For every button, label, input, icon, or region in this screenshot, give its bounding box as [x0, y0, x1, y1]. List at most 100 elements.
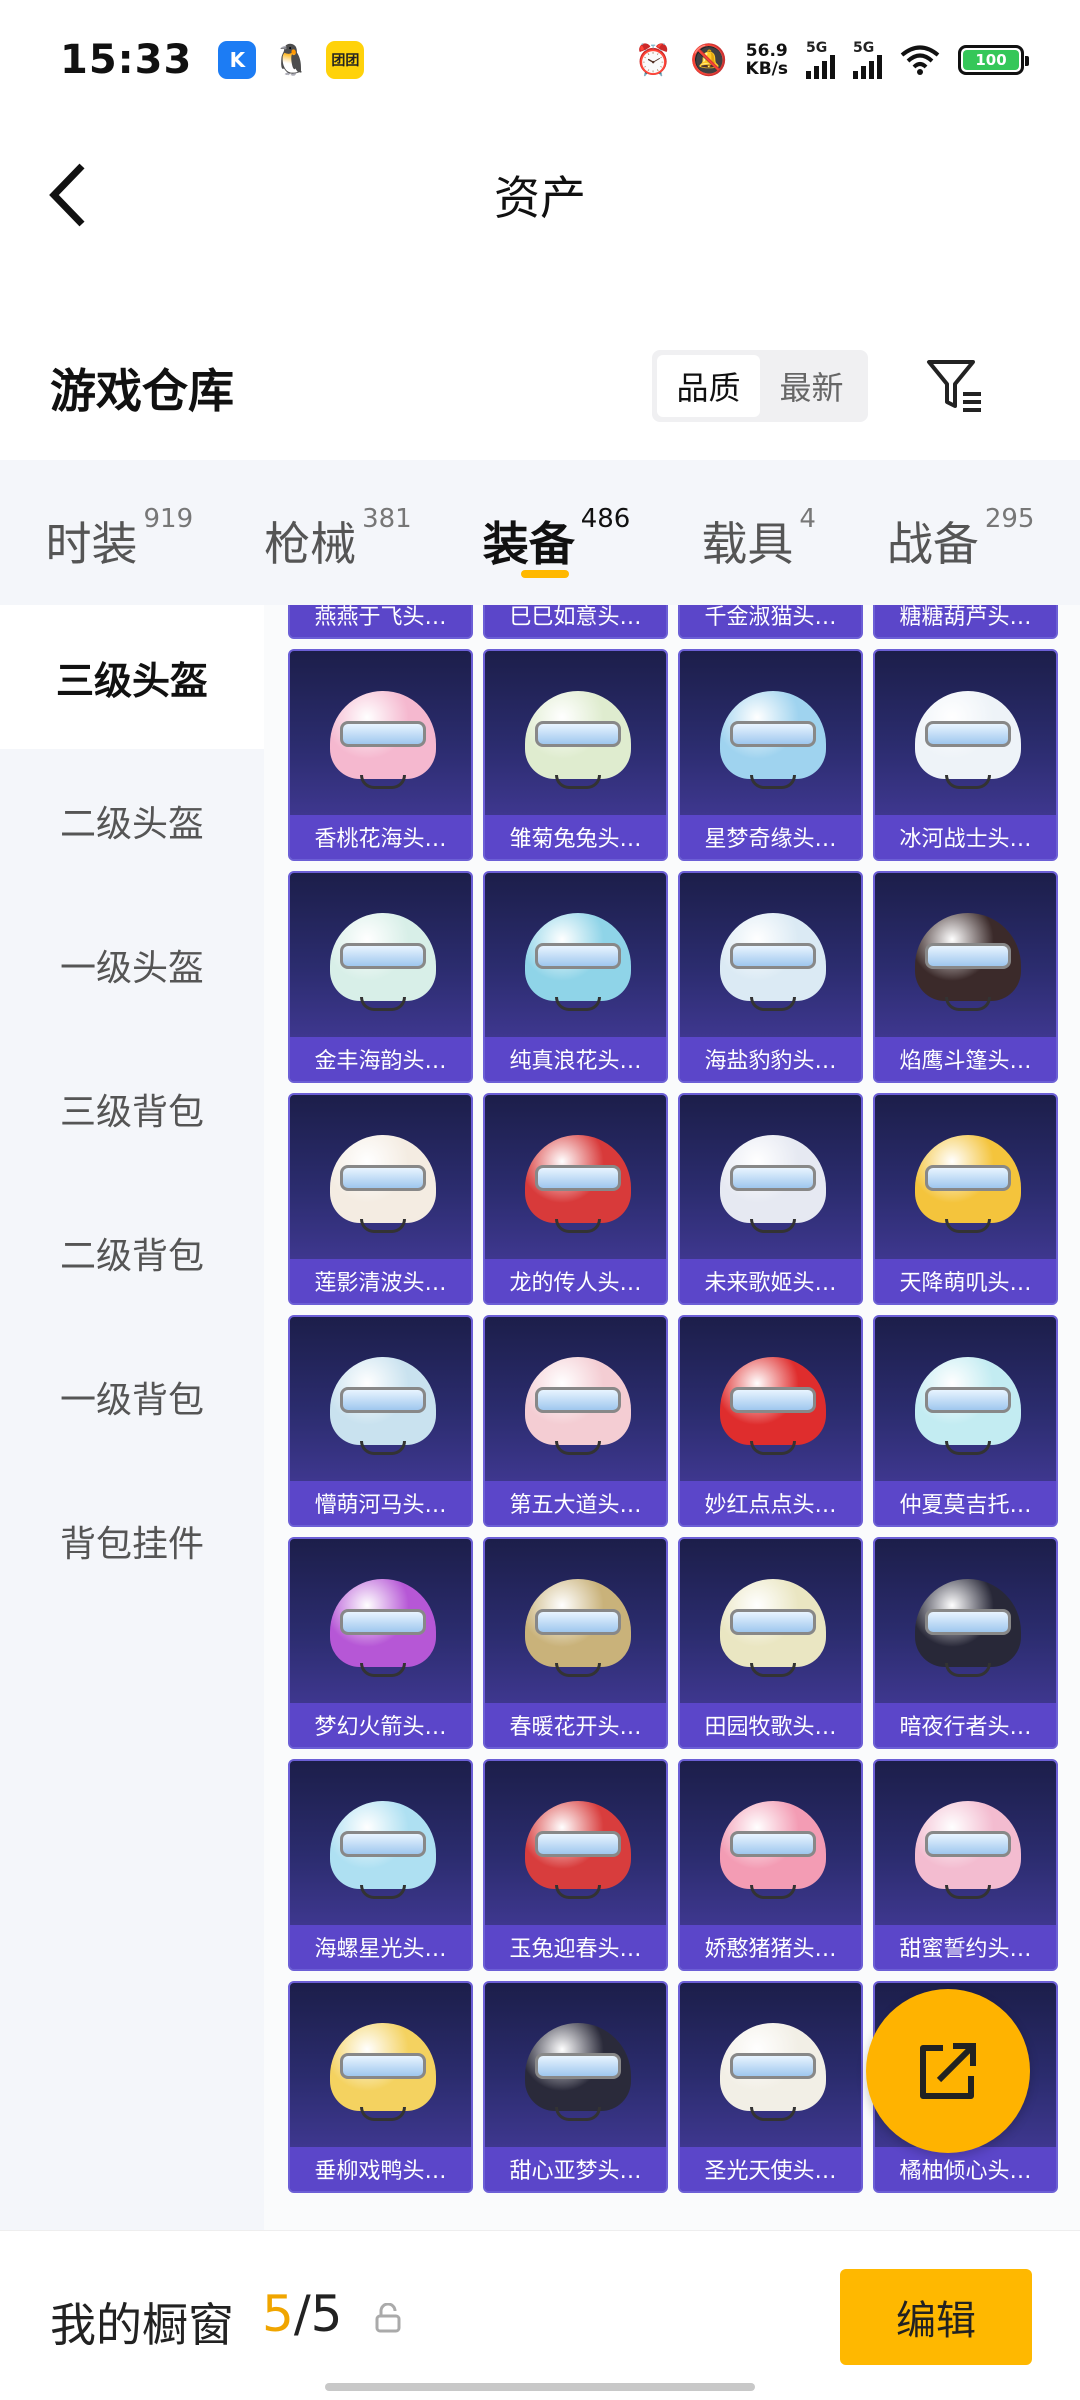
sidebar-item-level3-helmet[interactable]: 三级头盔: [0, 605, 264, 749]
sidebar-item-level3-backpack[interactable]: 三级背包: [0, 1037, 264, 1181]
helmet-icon: [720, 913, 826, 1013]
app-header: 资产: [0, 120, 1080, 270]
item-card[interactable]: 春暖花开头…: [483, 1537, 668, 1749]
item-card[interactable]: 懵萌河马头…: [288, 1315, 473, 1527]
bottom-bar: 我的橱窗 5 / 5 编辑: [0, 2230, 1080, 2400]
item-card[interactable]: 第五大道头…: [483, 1315, 668, 1527]
tab-count: 295: [984, 503, 1035, 534]
net-speed-unit: KB/s: [745, 59, 788, 79]
showcase-label: 我的橱窗: [50, 2298, 234, 2352]
item-card[interactable]: 暗夜行者头…: [873, 1537, 1058, 1749]
item-card[interactable]: 星梦奇缘头…: [678, 649, 863, 861]
signal-1-bars-icon: [806, 55, 835, 79]
item-card[interactable]: 龙的传人头…: [483, 1093, 668, 1305]
item-card[interactable]: 糖糖葫芦头…: [873, 605, 1058, 639]
item-name: 娇憨猪猪头…: [680, 1925, 861, 1969]
item-card[interactable]: 香桃花海头…: [288, 649, 473, 861]
item-card[interactable]: 焰鹰斗篷头…: [873, 871, 1058, 1083]
sort-toggle: 品质 最新: [652, 350, 868, 422]
share-button[interactable]: [866, 1989, 1030, 2153]
item-card[interactable]: 仲夏莫吉托…: [873, 1315, 1058, 1527]
item-name: 冰河战士头…: [875, 815, 1056, 859]
filter-icon[interactable]: [925, 358, 985, 414]
item-card[interactable]: 莲影清波头…: [288, 1093, 473, 1305]
sort-newest-option[interactable]: 最新: [760, 355, 863, 417]
bell-muted-icon: 🔕: [690, 42, 728, 78]
item-name: 甜蜜誓约头…: [875, 1925, 1056, 1969]
item-card[interactable]: 梦幻火箭头…: [288, 1537, 473, 1749]
helmet-icon: [915, 913, 1021, 1013]
sidebar-item-level2-backpack[interactable]: 二级背包: [0, 1181, 264, 1325]
warehouse-title: 游戏仓库: [50, 364, 234, 418]
item-name: 燕燕于飞头…: [290, 605, 471, 637]
item-card[interactable]: 纯真浪花头…: [483, 871, 668, 1083]
item-name: 天降萌叽头…: [875, 1259, 1056, 1303]
helmet-icon: [330, 1357, 436, 1457]
item-card[interactable]: 千金淑猫头…: [678, 605, 863, 639]
alarm-icon: ⏰: [634, 42, 673, 78]
item-name: 未来歌姬头…: [680, 1259, 861, 1303]
item-name: 雏菊兔兔头…: [485, 815, 666, 859]
item-card[interactable]: 天降萌叽头…: [873, 1093, 1058, 1305]
showcase-total: 5: [310, 2285, 343, 2343]
item-card[interactable]: 巳巳如意头…: [483, 605, 668, 639]
wifi-icon: [900, 45, 940, 75]
tab-guns[interactable]: 枪械 381: [264, 488, 412, 578]
item-name: 巳巳如意头…: [485, 605, 666, 637]
helmet-icon: [525, 1135, 631, 1235]
item-name: 龙的传人头…: [485, 1259, 666, 1303]
tab-gear[interactable]: 战备 295: [887, 488, 1035, 578]
tab-vehicles[interactable]: 载具 4: [701, 488, 816, 578]
helmet-icon: [720, 2023, 826, 2123]
tab-equipment[interactable]: 装备 486: [482, 488, 630, 578]
item-card[interactable]: 妙红点点头…: [678, 1315, 863, 1527]
sidebar-item-level1-backpack[interactable]: 一级背包: [0, 1325, 264, 1469]
helmet-icon: [525, 2023, 631, 2123]
item-name: 海螺星光头…: [290, 1925, 471, 1969]
helmet-icon: [720, 691, 826, 791]
item-card[interactable]: 圣光天使头…: [678, 1981, 863, 2193]
item-name: 海盐豹豹头…: [680, 1037, 861, 1081]
sidebar-item-level1-helmet[interactable]: 一级头盔: [0, 893, 264, 1037]
item-name: 甜心亚梦头…: [485, 2147, 666, 2191]
tab-label: 装备: [482, 516, 575, 571]
item-card[interactable]: 垂柳戏鸭头…: [288, 1981, 473, 2193]
tab-count: 919: [143, 503, 194, 534]
item-card[interactable]: 海盐豹豹头…: [678, 871, 863, 1083]
sort-quality-option[interactable]: 品质: [657, 355, 760, 417]
helmet-icon: [915, 1579, 1021, 1679]
item-name: 田园牧歌头…: [680, 1703, 861, 1747]
helmet-icon: [915, 691, 1021, 791]
tab-fashion[interactable]: 时装 919: [45, 488, 193, 578]
item-card[interactable]: 金丰海韵头…: [288, 871, 473, 1083]
item-name: 焰鹰斗篷头…: [875, 1037, 1056, 1081]
item-grid-area[interactable]: 燕燕于飞头… 巳巳如意头… 千金淑猫头… 糖糖葫芦头… 香桃花海头… 雏菊兔兔头… 星梦奇缘…: [264, 605, 1080, 2230]
item-name: 香桃花海头…: [290, 815, 471, 859]
net-speed: 56.9 KB/s: [746, 42, 788, 78]
helmet-icon: [720, 1357, 826, 1457]
item-card[interactable]: 冰河战士头…: [873, 649, 1058, 861]
chevron-left-icon[interactable]: [48, 162, 88, 228]
item-card[interactable]: 未来歌姬头…: [678, 1093, 863, 1305]
helmet-icon: [330, 1579, 436, 1679]
status-bar: 15:33 K 🐧 团团 ⏰ 🔕 56.9 KB/s 5G 5G 100: [0, 0, 1080, 120]
item-card[interactable]: 海螺星光头…: [288, 1759, 473, 1971]
item-card[interactable]: 甜心亚梦头…: [483, 1981, 668, 2193]
sidebar-item-level2-helmet[interactable]: 二级头盔: [0, 749, 264, 893]
item-card[interactable]: 玉兔迎春头…: [483, 1759, 668, 1971]
status-right: ⏰ 🔕 56.9 KB/s 5G 5G 100: [634, 41, 1029, 79]
showcase-count: 5 / 5: [262, 2285, 342, 2343]
item-name: 垂柳戏鸭头…: [290, 2147, 471, 2191]
edit-button[interactable]: 编辑: [840, 2269, 1032, 2365]
item-card[interactable]: 燕燕于飞头…: [288, 605, 473, 639]
item-card[interactable]: 娇憨猪猪头…: [678, 1759, 863, 1971]
helmet-icon: [525, 691, 631, 791]
sidebar-item-backpack-pendant[interactable]: 背包挂件: [0, 1469, 264, 1613]
item-card[interactable]: 田园牧歌头…: [678, 1537, 863, 1749]
showcase-current: 5: [262, 2285, 294, 2343]
item-name: 纯真浪花头…: [485, 1037, 666, 1081]
subcategory-sidebar: 三级头盔 二级头盔 一级头盔 三级背包 二级背包 一级背包 背包挂件: [0, 605, 264, 2230]
net-speed-value: 56.9: [745, 41, 788, 61]
item-card[interactable]: 甜蜜誓约头…: [873, 1759, 1058, 1971]
item-card[interactable]: 雏菊兔兔头…: [483, 649, 668, 861]
